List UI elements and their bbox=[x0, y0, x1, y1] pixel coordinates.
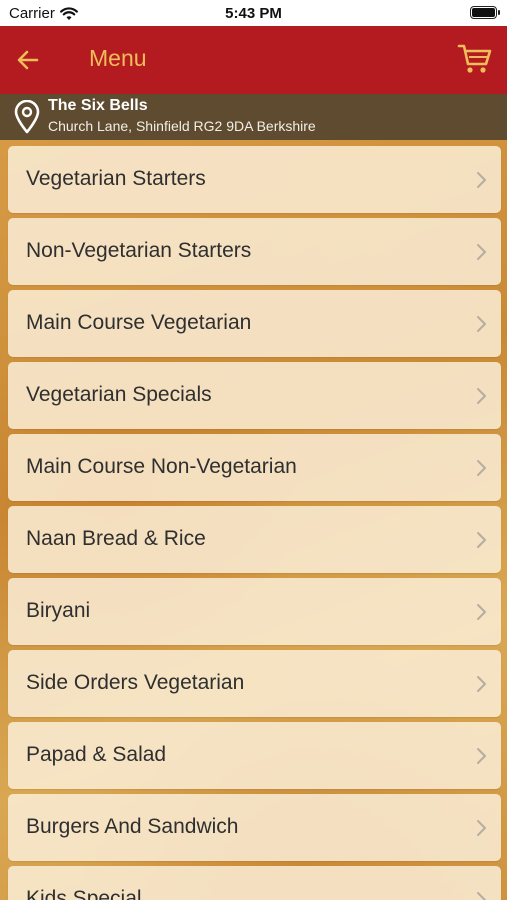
menu-category-item[interactable]: Main Course Vegetarian bbox=[8, 290, 501, 357]
menu-category-item[interactable]: Papad & Salad bbox=[8, 722, 501, 789]
menu-category-label: Naan Bread & Rice bbox=[26, 527, 206, 550]
chevron-right-icon bbox=[477, 460, 486, 476]
page-title: Menu bbox=[89, 45, 147, 71]
menu-category-item[interactable]: Burgers And Sandwich bbox=[8, 794, 501, 861]
menu-category-label: Side Orders Vegetarian bbox=[26, 671, 245, 694]
menu-category-list: Vegetarian Starters Non-Vegetarian Start… bbox=[8, 146, 501, 900]
shopping-cart-icon bbox=[457, 44, 492, 73]
menu-category-label: Papad & Salad bbox=[26, 743, 167, 766]
chevron-right-icon bbox=[477, 604, 486, 620]
menu-category-item[interactable]: Kids Special bbox=[8, 866, 501, 900]
chevron-right-icon bbox=[477, 676, 486, 692]
menu-category-label: Main Course Non-Vegetarian bbox=[26, 455, 297, 478]
chevron-right-icon bbox=[477, 388, 486, 404]
chevron-right-icon bbox=[477, 748, 486, 764]
restaurant-location-bar: The Six Bells Church Lane, Shinfield RG2… bbox=[0, 94, 507, 140]
chevron-right-icon bbox=[477, 244, 486, 260]
chevron-right-icon bbox=[477, 820, 486, 836]
menu-category-label: Kids Special bbox=[26, 887, 142, 900]
menu-category-area[interactable]: Vegetarian Starters Non-Vegetarian Start… bbox=[0, 140, 507, 900]
menu-category-item[interactable]: Biryani bbox=[8, 578, 501, 645]
menu-category-item[interactable]: Vegetarian Starters bbox=[8, 146, 501, 213]
menu-category-label: Vegetarian Specials bbox=[26, 383, 212, 406]
battery-icon bbox=[470, 6, 500, 19]
chevron-right-icon bbox=[477, 532, 486, 548]
menu-category-label: Vegetarian Starters bbox=[26, 167, 206, 190]
menu-category-label: Main Course Vegetarian bbox=[26, 311, 252, 334]
menu-category-label: Biryani bbox=[26, 599, 91, 622]
cart-button[interactable] bbox=[457, 42, 493, 76]
chevron-right-icon bbox=[477, 172, 486, 188]
menu-category-label: Non-Vegetarian Starters bbox=[26, 239, 252, 262]
restaurant-address: Church Lane, Shinfield RG2 9DA Berkshire bbox=[48, 118, 316, 134]
restaurant-name: The Six Bells bbox=[48, 97, 148, 114]
menu-category-item[interactable]: Vegetarian Specials bbox=[8, 362, 501, 429]
menu-category-label: Burgers And Sandwich bbox=[26, 815, 239, 838]
chevron-right-icon bbox=[477, 316, 486, 332]
chevron-right-icon bbox=[477, 892, 486, 900]
menu-category-item[interactable]: Non-Vegetarian Starters bbox=[8, 218, 501, 285]
menu-category-item[interactable]: Main Course Non-Vegetarian bbox=[8, 434, 501, 501]
map-pin-icon bbox=[14, 100, 40, 134]
arrow-left-icon bbox=[17, 50, 39, 70]
menu-category-item[interactable]: Naan Bread & Rice bbox=[8, 506, 501, 573]
menu-category-item[interactable]: Side Orders Vegetarian bbox=[8, 650, 501, 717]
back-button[interactable] bbox=[16, 44, 56, 76]
navigation-bar: Menu bbox=[0, 26, 507, 94]
status-time: 5:43 PM bbox=[225, 5, 282, 22]
status-bar: Carrier 5:43 PM bbox=[0, 0, 507, 26]
